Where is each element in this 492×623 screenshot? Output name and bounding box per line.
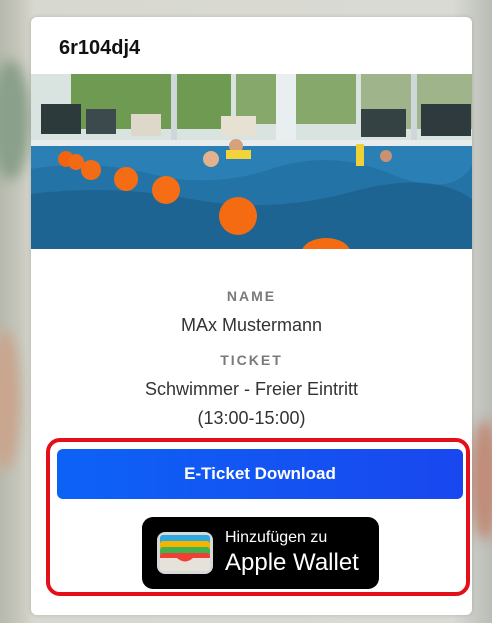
background-blur: [470, 420, 492, 540]
background-blur: [0, 60, 30, 180]
ticket-time: (13:00-15:00): [197, 408, 306, 428]
background-blur: [0, 330, 20, 470]
name-value: MAx Mustermann: [180, 315, 323, 335]
wallet-line-1: Hinzufügen zu: [225, 529, 328, 546]
pool-photo: [31, 74, 472, 249]
add-to-apple-wallet-button[interactable]: Hinzufügen zu Apple Wallet: [142, 517, 379, 589]
apple-wallet-icon: [157, 532, 213, 574]
eticket-download-button[interactable]: E-Ticket Download: [57, 449, 463, 499]
name-label: NAME: [226, 288, 277, 304]
ticket-type: Schwimmer - Freier Eintritt: [144, 379, 359, 399]
ticket-label: TICKET: [220, 352, 283, 368]
ticket-code: 6r104dj4: [59, 37, 141, 59]
wallet-line-2: Apple Wallet: [225, 549, 359, 576]
